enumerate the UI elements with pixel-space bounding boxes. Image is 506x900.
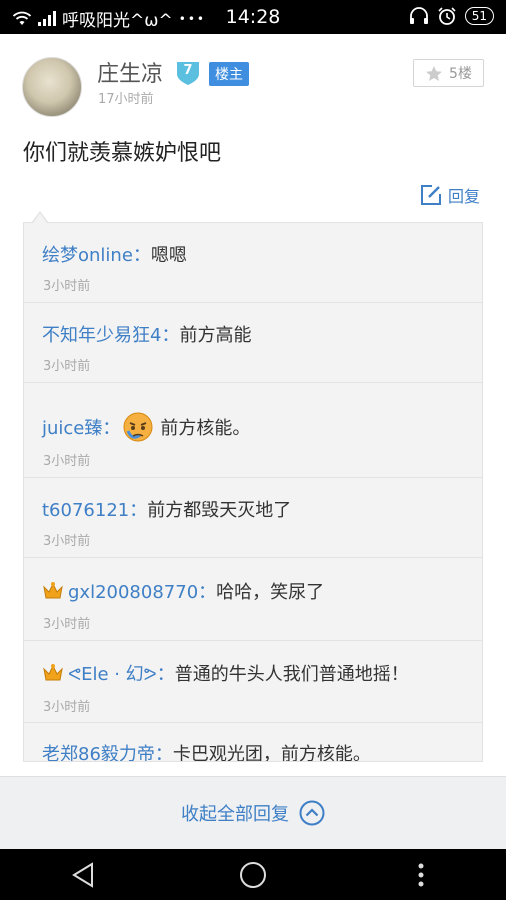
reply-item[interactable]: 老郑86毅力帝： 卡巴观光团，前方核能。 [24, 723, 482, 762]
emoji-icon [123, 412, 153, 442]
alarm-icon [438, 7, 456, 25]
reply-text: 普通的牛头人我们普通地摇！ [174, 664, 409, 685]
collapse-label: 收起全部回复 [181, 804, 289, 825]
reply-time: 3小时前 [43, 617, 91, 632]
chevron-up-circle-icon [299, 800, 325, 826]
reply-time: 3小时前 [43, 279, 91, 294]
username[interactable]: 庄生凉 [97, 56, 163, 88]
crown-icon [43, 582, 63, 599]
reply-time: 3小时前 [43, 534, 91, 549]
collapse-all-replies-button[interactable]: 收起全部回复 [0, 776, 506, 849]
headphones-icon [409, 7, 428, 24]
menu-icon[interactable] [414, 861, 428, 889]
level-number: 7 [183, 63, 193, 78]
home-icon[interactable] [238, 861, 268, 889]
reply-item[interactable]: 不知年少易狂4： 前方高能 3小时前 [24, 303, 482, 383]
floor-button[interactable]: 5楼 [413, 59, 484, 87]
post-time: 17小时前 [98, 92, 154, 107]
reply-author[interactable]: 不知年少易狂4： [42, 321, 179, 347]
reply-text: 前方都毁天灭地了 [147, 500, 292, 521]
reply-item[interactable]: t6076121： 前方都毁天灭地了 3小时前 [24, 478, 482, 558]
reply-label: 回复 [448, 187, 481, 206]
reply-text: 前方核能。 [160, 418, 251, 439]
reply-author[interactable]: juice臻： [42, 414, 120, 440]
edit-icon [421, 185, 441, 205]
level-badge: 7 [175, 60, 201, 86]
reply-item[interactable]: gxl200808770： 哈哈，笑尿了 3小时前 [24, 558, 482, 641]
reply-author[interactable]: ᕙEle · 幻ᕗ： [68, 660, 175, 686]
reply-author[interactable]: t6076121： [42, 496, 147, 522]
reply-text: 嗯嗯 [150, 245, 187, 266]
reply-author[interactable]: 老郑86毅力帝： [42, 740, 173, 761]
status-bar: 呼吸阳光^ω^ ••• 14:28 51 [0, 0, 506, 34]
reply-author[interactable]: 绘梦online： [42, 241, 151, 267]
back-icon[interactable] [70, 861, 96, 889]
reply-time: 3小时前 [43, 359, 91, 374]
avatar[interactable] [22, 57, 82, 117]
reply-button[interactable]: 回复 [420, 183, 480, 207]
reply-time: 3小时前 [43, 454, 91, 469]
star-icon [426, 65, 443, 81]
owner-badge: 楼主 [209, 62, 249, 86]
floor-label: 5楼 [449, 66, 472, 82]
battery-icon: 51 [464, 7, 494, 25]
reply-item[interactable]: ᕙEle · 幻ᕗ： 普通的牛头人我们普通地摇！ 3小时前 [24, 641, 482, 723]
reply-text: 哈哈，笑尿了 [216, 582, 325, 603]
reply-text: 卡巴观光团，前方核能。 [172, 744, 371, 762]
post-content: 你们就羡慕嫉妒恨吧 [23, 141, 222, 166]
crown-icon [43, 664, 63, 681]
reply-time: 3小时前 [43, 700, 91, 715]
navigation-bar [0, 849, 506, 900]
reply-list: 绘梦online： 嗯嗯 3小时前 不知年少易狂4： 前方高能 3小时前 juice… [23, 222, 483, 762]
reply-text: 前方高能 [179, 325, 252, 346]
reply-box-pointer-fill [33, 213, 47, 223]
reply-item[interactable]: juice臻： 前方核能。 3小时前 [24, 383, 482, 478]
reply-item[interactable]: 绘梦online： 嗯嗯 3小时前 [24, 223, 482, 303]
reply-author[interactable]: gxl200808770： [68, 578, 216, 604]
